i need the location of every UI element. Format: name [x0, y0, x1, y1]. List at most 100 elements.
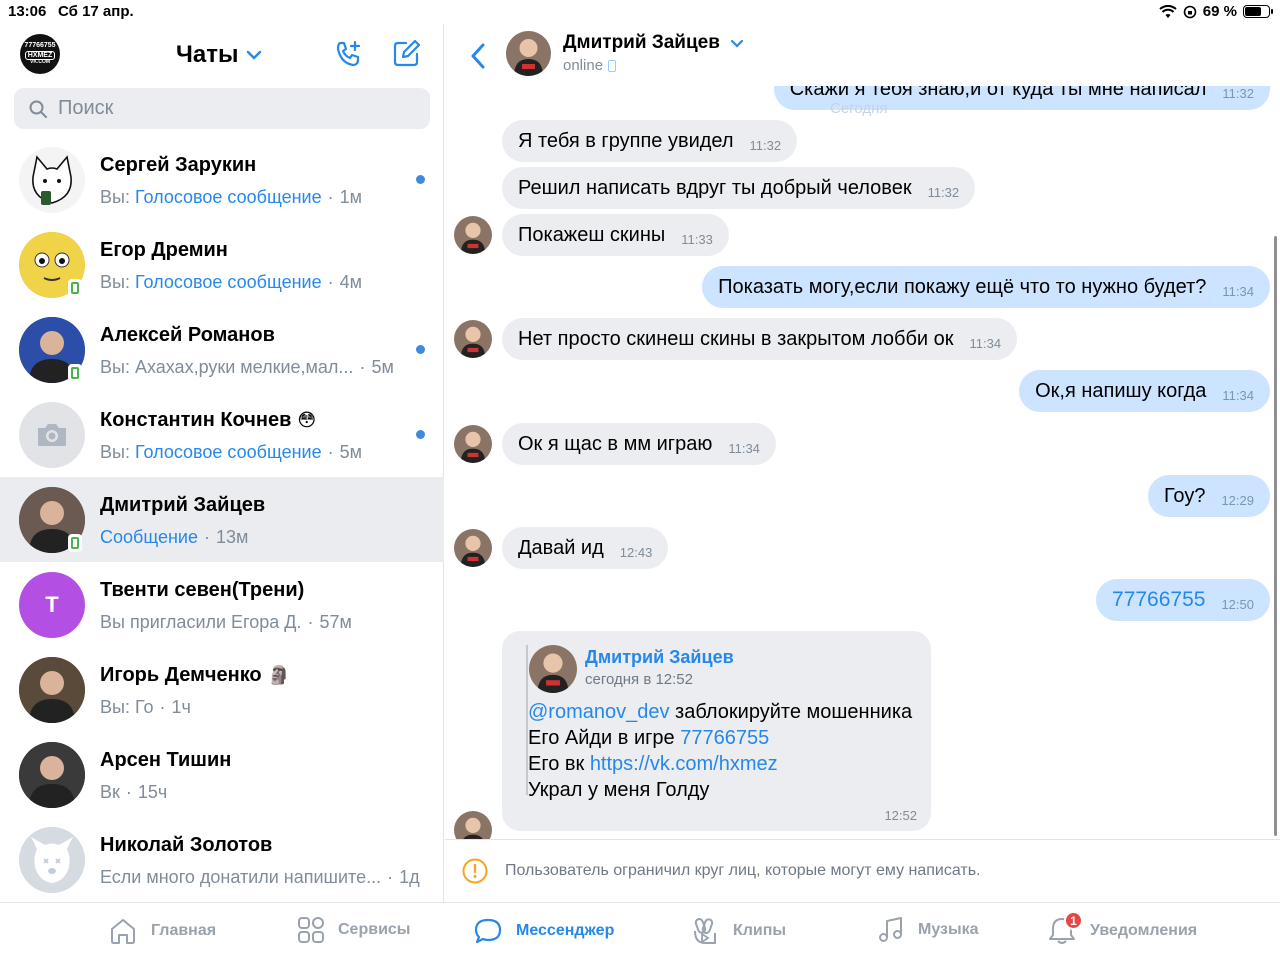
- incoming-message[interactable]: Покажеш скины 11:33: [502, 214, 729, 256]
- chat-list-header: 77766755 HXMEZ VK.COM Чаты: [0, 24, 443, 86]
- chat-list-item[interactable]: Сергей Зарукин Вы: Голосовое сообщение · 1м: [0, 137, 444, 222]
- chat-preview: Вы: Голосовое сообщение · 5м: [100, 442, 362, 462]
- sender-avatar[interactable]: [454, 425, 492, 463]
- mobile-online-icon: [68, 364, 82, 382]
- avatar[interactable]: [19, 147, 85, 213]
- chat-list-item[interactable]: Егор Дремин Вы: Голосовое сообщение · 4м: [0, 222, 444, 307]
- tab-clips[interactable]: Клипы: [689, 915, 786, 947]
- chat-list-item[interactable]: Алексей Романов Вы: Ахахах,руки мелкие,ма…: [0, 307, 444, 392]
- message-text: Я тебя в группе увидел: [518, 129, 734, 152]
- message-text: Скажи я тебя знаю,и от куда ты мне напис…: [789, 86, 1207, 100]
- chat-list-item[interactable]: Т Твенти севен(Трени) Вы пригласили Егора …: [0, 562, 444, 647]
- messenger-icon: [474, 918, 502, 944]
- new-call-icon[interactable]: [333, 38, 365, 70]
- chat-preview: Если много донатили напишите... · 1д: [100, 867, 420, 887]
- status-bar: 13:06 Сб 17 апр. 69 %: [0, 0, 1280, 24]
- tab-music[interactable]: Музыка: [876, 915, 979, 945]
- scrollbar[interactable]: [1274, 236, 1277, 836]
- tab-notifications[interactable]: 1 Уведомления: [1046, 911, 1197, 947]
- sender-avatar[interactable]: [454, 529, 492, 567]
- peer-name-dropdown[interactable]: Дмитрий Зайцев: [563, 32, 744, 54]
- message-text: Давай ид: [518, 536, 604, 559]
- search-input[interactable]: Поиск: [14, 88, 430, 129]
- restriction-notice: Пользователь ограничил круг лиц, которые…: [445, 839, 1280, 902]
- chat-list-item[interactable]: Арсен Тишин Вк · 15ч: [0, 732, 444, 817]
- incoming-message[interactable]: Нет просто скинеш скины в закрытом лобби…: [502, 318, 1018, 360]
- chat-name: Егор Дремин: [100, 239, 228, 261]
- chats-title-dropdown[interactable]: Чаты: [176, 41, 262, 69]
- chat-time: 5м: [371, 357, 394, 377]
- message-text: Ок я щас в мм играю: [518, 432, 713, 455]
- back-arrow-icon[interactable]: [469, 42, 487, 70]
- avatar[interactable]: [19, 742, 85, 808]
- chat-time: 5м: [339, 442, 362, 462]
- my-avatar[interactable]: 77766755 HXMEZ VK.COM: [20, 34, 60, 74]
- peer-name: Дмитрий Зайцев: [563, 32, 720, 53]
- message-text: Показать могу,если покажу ещё что то нуж…: [718, 275, 1207, 298]
- incoming-message[interactable]: Я тебя в группе увидел 11:32: [502, 120, 798, 162]
- warning-icon: [462, 858, 488, 884]
- message-time: 11:34: [969, 335, 1002, 351]
- outgoing-message[interactable]: Показать могу,если покажу ещё что то нуж…: [702, 266, 1270, 308]
- chat-preview: Вк · 15ч: [100, 782, 168, 802]
- tab-home[interactable]: Главная: [107, 915, 216, 947]
- vk-profile-link[interactable]: https://vk.com/hxmez: [590, 753, 778, 775]
- avatar[interactable]: Т: [19, 572, 85, 638]
- message-text: Гоу?: [1163, 484, 1206, 507]
- chat-time: 57м: [319, 612, 352, 632]
- mention-link[interactable]: @romanov_dev: [528, 701, 669, 723]
- unread-indicator: [416, 345, 425, 354]
- chat-time: 1м: [339, 187, 362, 207]
- avatar[interactable]: [19, 402, 85, 468]
- chat-list-item[interactable]: Дмитрий Зайцев Сообщение · 13м: [0, 477, 444, 562]
- message-time: 11:34: [1222, 387, 1254, 403]
- incoming-message[interactable]: Решил написать вдруг ты добрый человек 11…: [502, 167, 976, 209]
- incoming-message[interactable]: Ок я щас в мм играю 11:34: [502, 423, 776, 465]
- forwarded-text: @romanov_dev заблокируйте мошенника Его …: [528, 701, 913, 801]
- status-time: 13:06: [8, 3, 47, 20]
- chat-list-item[interactable]: Николай Золотов Если много донатили напиш…: [0, 817, 444, 902]
- chat-list-item[interactable]: Константин Кочнев 😳 Вы: Голосовое сообщени…: [0, 392, 444, 477]
- sender-avatar[interactable]: [454, 811, 492, 839]
- search-icon: [29, 100, 47, 118]
- outgoing-message[interactable]: Ок,я напишу когда 11:34: [1019, 370, 1270, 412]
- unread-indicator: [416, 175, 425, 184]
- message-text: Покажеш скины: [518, 223, 666, 246]
- peer-avatar[interactable]: [506, 31, 551, 76]
- chat-preview: Вы: Голосовое сообщение · 4м: [100, 272, 362, 292]
- chat-time: 4м: [339, 272, 362, 292]
- chat-name: Дмитрий Зайцев: [100, 494, 266, 516]
- home-icon: [111, 919, 135, 944]
- tab-messenger[interactable]: Мессенджер: [472, 915, 614, 947]
- chat-name: Арсен Тишин: [100, 749, 232, 771]
- sender-avatar[interactable]: [454, 216, 492, 254]
- chat-name: Николай Золотов: [100, 834, 273, 856]
- message-text: Решил написать вдруг ты добрый человек: [518, 176, 912, 199]
- chat-preview: Вы пригласили Егора Д. · 57м: [100, 612, 352, 632]
- message-time: 11:32: [927, 184, 960, 200]
- forwarded-author-avatar[interactable]: [529, 645, 577, 693]
- chat-name: Константин Кочнев 😳: [100, 409, 317, 431]
- avatar[interactable]: [19, 827, 85, 893]
- forwarded-author[interactable]: Дмитрий Зайцев: [585, 647, 734, 668]
- compose-icon[interactable]: [390, 38, 422, 70]
- tab-services[interactable]: Сервисы: [296, 915, 410, 945]
- date-separator: Сегодня: [830, 100, 888, 117]
- outgoing-message[interactable]: Гоу? 12:29: [1147, 475, 1270, 517]
- emoji-status: 🗿: [267, 665, 291, 685]
- rotation-lock-icon: [1183, 5, 1197, 18]
- message-history: 77766755 12:50 Давай ид 12:43 Гоу? 12:29 Ок я …: [445, 86, 1280, 839]
- peer-status: online: [563, 57, 617, 74]
- id-link[interactable]: 77766755: [680, 727, 769, 749]
- sender-avatar[interactable]: [454, 320, 492, 358]
- mobile-online-icon: [608, 59, 617, 72]
- outgoing-message[interactable]: 77766755 12:50: [1096, 579, 1270, 621]
- incoming-message[interactable]: Давай ид 12:43: [502, 527, 669, 569]
- message-time: 11:34: [1222, 283, 1254, 299]
- message-time: 11:32: [1222, 86, 1254, 101]
- forwarded-message[interactable]: Дмитрий Зайцев сегодня в 12:52 @romanov_…: [502, 631, 931, 831]
- avatar[interactable]: [19, 657, 85, 723]
- chevron-down-icon: [730, 39, 744, 48]
- message-time: 12:52: [884, 808, 917, 823]
- chat-list-item[interactable]: Игорь Демченко 🗿 Вы: Го · 1ч: [0, 647, 444, 732]
